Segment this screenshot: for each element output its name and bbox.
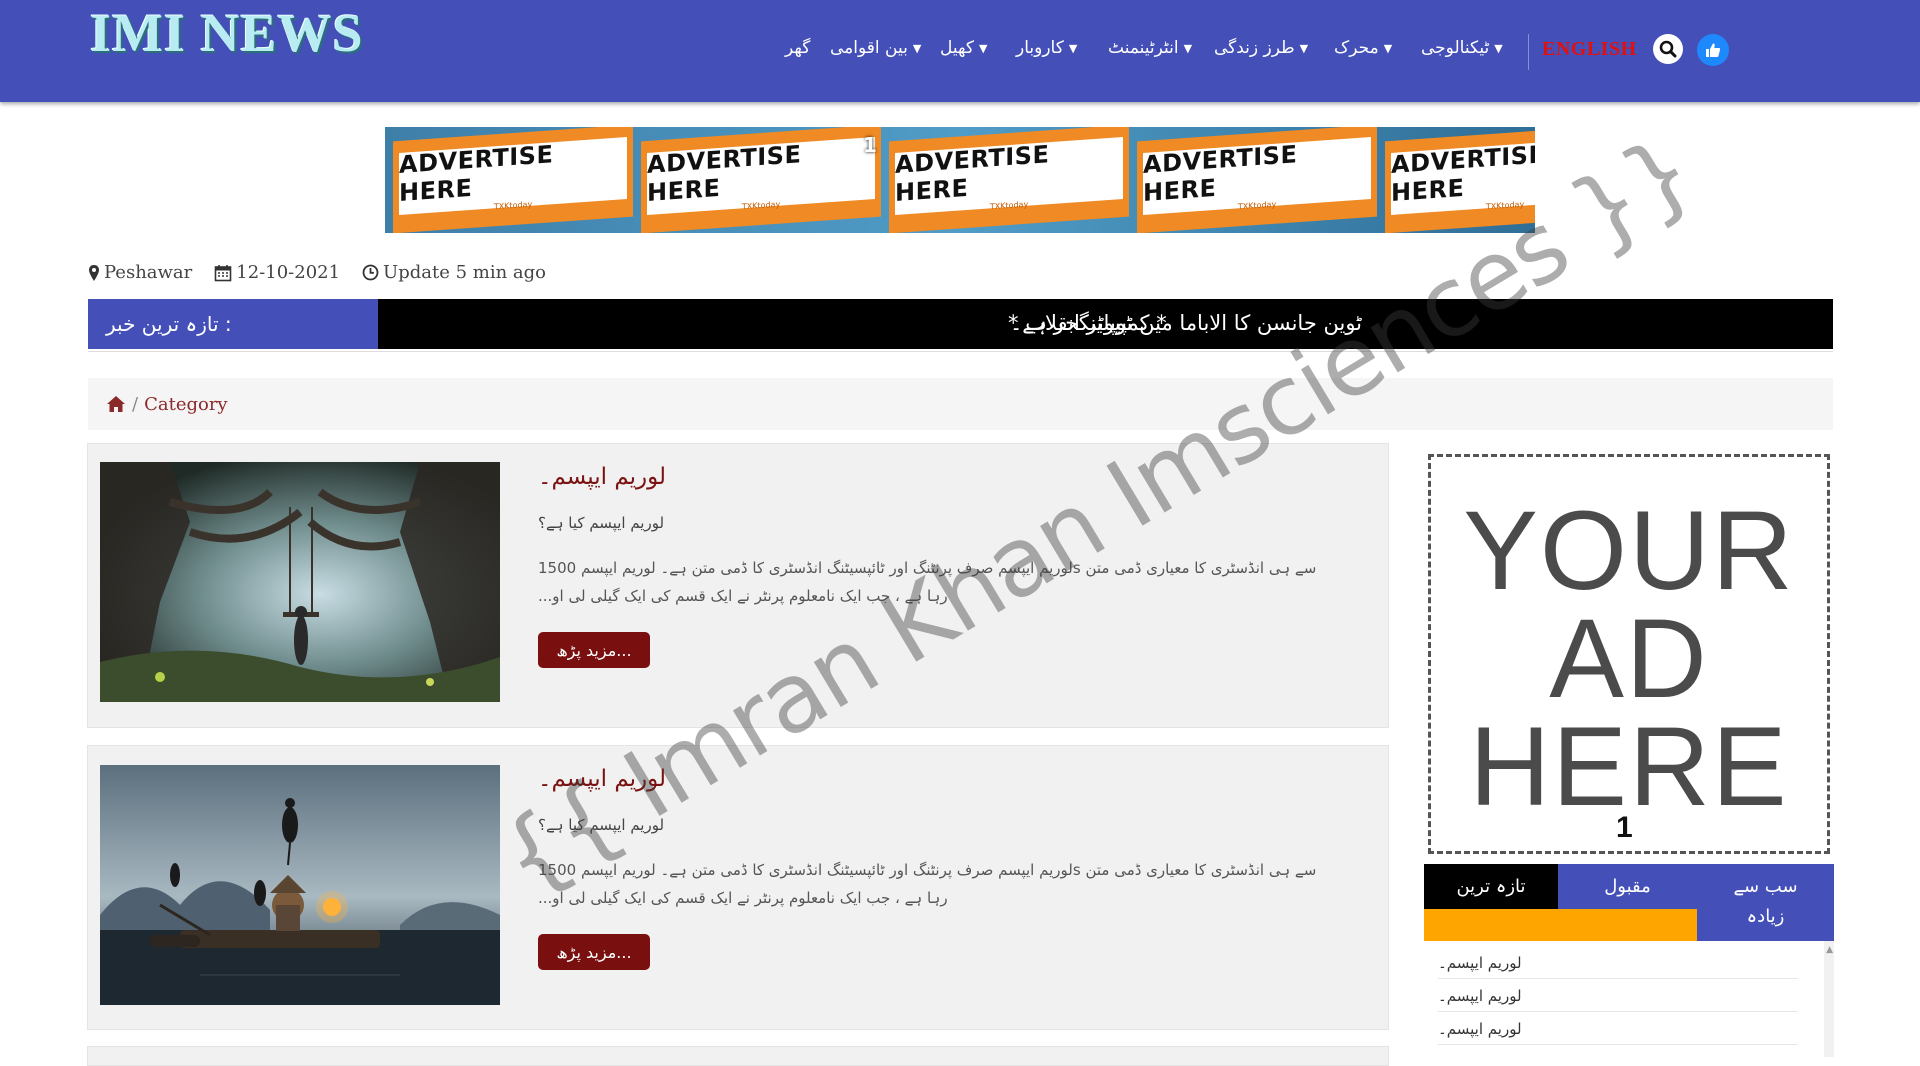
search-icon [1659,40,1677,58]
article-thumbnail[interactable] [100,765,500,1005]
caret-down-icon: ▼ [1068,41,1078,55]
banner-ad-card: ADVERTISE HERE TXKtoday [1137,127,1377,233]
main-nav: گھر بین اقوامی ▼ کھیل ▼ کاروبار ▼ انٹرٹینمن… [0,34,1920,70]
sidebar-list: لوریم ایپسم۔ لوریم ایپسم۔ لوریم ایپسم۔ ▲ [1424,941,1834,1057]
breadcrumb-current: Category [144,393,228,415]
active-tab-underline [1424,909,1697,941]
caret-down-icon: ▼ [978,41,988,55]
banner-ad-card: ADVERTISE HERE TXKtoday [641,127,881,233]
article-question: لوریم ایپسم کیا ہے؟ [538,816,665,834]
nav-item-international[interactable]: بین اقوامی ▼ [830,38,921,58]
caret-down-icon: ▼ [1383,41,1393,55]
nav-item-lifestyle[interactable]: طرز زندگی ▼ [1214,38,1308,58]
update-info: Update 5 min ago [362,262,546,283]
article-thumbnail[interactable] [100,462,500,702]
caret-down-icon: ▼ [912,41,922,55]
caret-down-icon: ▼ [1183,41,1193,55]
breadcrumb: / Category [88,378,1833,430]
location-text: Peshawar [104,262,193,283]
article-excerpt: سے ہی انڈسٹری کا معیاری ڈمی متن sلوریم ا… [538,861,1317,907]
map-marker-icon [89,264,99,281]
caret-down-icon: ▼ [1299,41,1309,55]
banner-ad-card: ADVERTISE HERE TXKtoday [889,127,1129,233]
banner-ad-card: ADVERTISE HERE TXKtoday [1385,127,1535,233]
nav-divider [1528,34,1529,70]
nav-item-business[interactable]: کاروبار ▼ [1016,38,1077,58]
like-button[interactable] [1697,34,1729,66]
article-card: لوریم ایپسم۔ لوریم ایپسم کیا ہے؟ سے ہی ا… [87,745,1389,1030]
article-question: لوریم ایپسم کیا ہے؟ [538,514,665,532]
language-english-link[interactable]: ENGLISH [1542,38,1637,61]
article-title[interactable]: لوریم ایپسم۔ [538,464,666,490]
meta-row: Peshawar 12-10-2021 Update 5 min ago [88,262,568,283]
location-info: Peshawar [88,262,192,283]
update-text: Update 5 min ago [383,262,547,283]
clock-icon [362,264,379,281]
sidebar-tabs: تازہ ترین مقبول سب سے زیادہ [1424,864,1834,941]
search-button[interactable] [1653,34,1683,64]
date-info: 12-10-2021 [214,262,340,283]
list-item[interactable]: لوریم ایپسم۔ [1438,979,1798,1012]
sidebar-ad-text: YOUR AD HERE [1463,488,1795,829]
scroll-up-icon[interactable]: ▲ [1826,945,1833,955]
breadcrumb-separator: / [132,393,139,415]
breaking-news-ticker: ٹوین جانسن کا الاباما میں ٹوپلینگجر ہے۔ … [88,299,1833,349]
nav-item-motivation[interactable]: محرک ▼ [1334,38,1392,58]
date-text: 12-10-2021 [236,262,341,283]
article-card [87,1046,1389,1066]
nav-item-entertainment[interactable]: انٹرٹینمنٹ ▼ [1108,38,1192,58]
tab-latest[interactable]: تازہ ترین [1424,864,1558,909]
article-card: لوریم ایپسم۔ لوریم ایپسم کیا ہے؟ سے ہی ا… [87,443,1389,728]
read-more-button[interactable]: مزید پڑھ... [538,632,650,668]
top-navbar: IMI NEWS گھر بین اقوامی ▼ کھیل ▼ کاروبار ▼ … [0,0,1920,102]
ticker-label: تازہ ترین خبر : [88,299,378,349]
ticker-item[interactable]: * کمپیوٹر انقلاب * [1008,311,1167,335]
article-title[interactable]: لوریم ایپسم۔ [538,766,666,792]
list-item[interactable]: لوریم ایپسم۔ [1438,1012,1798,1045]
calendar-icon [214,264,232,281]
tab-most-read[interactable]: سب سے زیادہ [1697,864,1834,941]
nav-item-sports[interactable]: کھیل ▼ [940,38,987,58]
ticker-divider [88,351,1833,352]
banner-number: 1 [863,133,877,157]
banner-ad-card: ADVERTISE HERE TXKtoday [393,127,633,233]
top-banner-ad[interactable]: ADVERTISE HERE TXKtoday ADVERTISE HERE TXK… [385,127,1535,233]
home-icon[interactable] [106,395,126,413]
tab-popular[interactable]: مقبول [1558,864,1697,909]
nav-item-home[interactable]: گھر [785,38,810,58]
nav-item-technology[interactable]: ٹیکنالوجی ▼ [1421,38,1503,58]
caret-down-icon: ▼ [1494,41,1503,55]
list-item[interactable]: لوریم ایپسم۔ [1438,946,1798,979]
sidebar-ad[interactable]: YOUR AD HERE 1 [1428,454,1830,854]
sidebar-ad-number: 1 [1616,811,1633,844]
read-more-button[interactable]: مزید پڑھ... [538,934,650,970]
article-excerpt: سے ہی انڈسٹری کا معیاری ڈمی متن sلوریم ا… [538,559,1317,605]
thumbs-up-icon [1706,43,1721,57]
